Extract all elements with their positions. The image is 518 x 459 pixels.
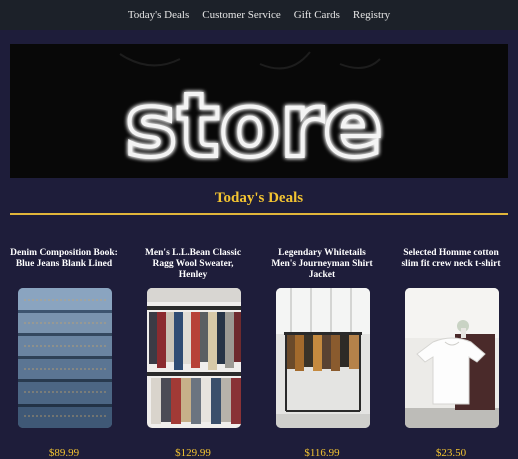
product-image-folded-jeans[interactable] xyxy=(18,288,112,428)
nav-link-customer-service[interactable]: Customer Service xyxy=(202,9,281,21)
top-nav: Today's Deals Customer Service Gift Card… xyxy=(0,0,518,30)
product-grid: Denim Composition Book: Blue Jeans Blank… xyxy=(0,248,518,459)
product-price: $89.99 xyxy=(48,447,80,459)
product-price: $129.99 xyxy=(175,447,211,459)
product-card[interactable]: Men's L.L.Bean Classic Ragg Wool Sweater… xyxy=(138,248,248,459)
product-card[interactable]: Denim Composition Book: Blue Jeans Blank… xyxy=(9,248,119,459)
nav-link-registry[interactable]: Registry xyxy=(353,9,390,21)
product-name: Denim Composition Book: Blue Jeans Blank… xyxy=(10,248,118,269)
product-card[interactable]: Selected Homme cotton slim fit crew neck… xyxy=(396,248,506,459)
product-name: Men's L.L.Bean Classic Ragg Wool Sweater… xyxy=(144,248,242,280)
deals-heading: Today's Deals xyxy=(214,190,304,206)
hero-banner: store xyxy=(10,44,508,178)
product-image-clothing-rack[interactable] xyxy=(147,288,241,428)
nav-link-todays-deals[interactable]: Today's Deals xyxy=(128,9,189,21)
product-price: $23.50 xyxy=(435,447,467,459)
neon-store-sign: store xyxy=(10,44,508,178)
hero-sign-text: store xyxy=(125,74,383,177)
product-image-white-tshirt[interactable] xyxy=(405,288,499,428)
product-image-store-jackets[interactable] xyxy=(276,288,370,428)
nav-link-gift-cards[interactable]: Gift Cards xyxy=(294,9,340,21)
product-name: Selected Homme cotton slim fit crew neck… xyxy=(401,248,501,269)
product-card[interactable]: Legendary Whitetails Men's Journeyman Sh… xyxy=(267,248,377,459)
deals-divider xyxy=(10,213,508,215)
product-price: $116.99 xyxy=(304,447,340,459)
product-name: Legendary Whitetails Men's Journeyman Sh… xyxy=(271,248,373,280)
